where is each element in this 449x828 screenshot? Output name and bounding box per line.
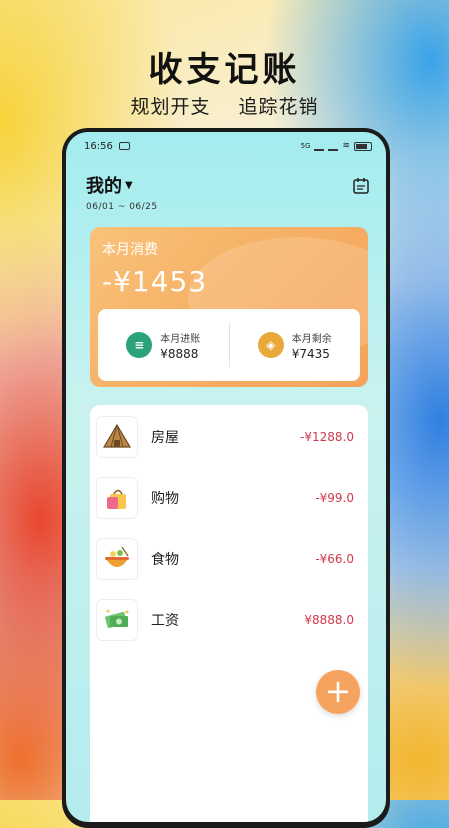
battery-icon [354, 141, 372, 151]
item-amount: ¥8888.0 [304, 613, 354, 627]
transaction-list: 房屋 -¥1288.0 购物 -¥99.0 食物 -¥66.0 工资 ¥8888… [90, 405, 368, 822]
list-item[interactable]: 工资 ¥8888.0 [90, 590, 368, 650]
promo-sub-right: 追踪花销 [238, 96, 319, 118]
account-selector[interactable]: 我的 ▼ [86, 172, 133, 198]
income-coin-icon: ≡ [126, 332, 153, 358]
signal-icon [314, 142, 325, 151]
wifi-icon: ≋ [342, 141, 350, 151]
promo-headline: 收支记账 [148, 50, 301, 90]
summary-stats: ≡ 本月进账 ¥8888 ◈ 本月剩余 ¥7435 [98, 309, 360, 381]
remaining-value: ¥7435 [291, 346, 330, 361]
item-amount: -¥1288.0 [300, 430, 354, 444]
page-title: 我的 [86, 176, 122, 197]
item-name: 购物 [151, 491, 179, 507]
income-value: ¥8888 [160, 346, 199, 361]
list-item[interactable]: 购物 -¥99.0 [90, 468, 368, 528]
house-icon [96, 416, 138, 458]
income-stat: ≡ 本月进账 ¥8888 [98, 330, 229, 361]
item-name: 工资 [151, 613, 179, 629]
add-record-button[interactable]: + [316, 670, 360, 714]
item-amount: -¥99.0 [315, 491, 354, 505]
promo-sub-left: 规划开支 [130, 96, 211, 118]
signal-icon-2 [328, 142, 339, 151]
notification-icon [118, 142, 130, 150]
shopping-bag-icon [96, 477, 138, 519]
status-bar: 16:56 5G ≋ [66, 132, 386, 160]
app-screen: 16:56 5G ≋ 我的 ▼ 06/01 ~ 06/25 本月消费 -¥145… [66, 132, 386, 822]
summary-label: 本月消费 [102, 242, 158, 258]
phone-frame: 16:56 5G ≋ 我的 ▼ 06/01 ~ 06/25 本月消费 -¥145… [62, 128, 390, 828]
remaining-wallet-icon: ◈ [257, 332, 284, 358]
remaining-stat: ◈ 本月剩余 ¥7435 [230, 330, 361, 361]
chevron-down-icon: ▼ [125, 179, 133, 191]
list-item[interactable]: 食物 -¥66.0 [90, 529, 368, 589]
item-name: 房屋 [151, 430, 179, 446]
remaining-label: 本月剩余 [291, 333, 332, 345]
money-icon [96, 599, 138, 641]
status-time: 16:56 [84, 140, 113, 152]
promo-subline: 规划开支 追踪花销 [0, 92, 449, 119]
income-label: 本月进账 [160, 333, 201, 345]
item-name: 食物 [151, 552, 179, 568]
monthly-summary-card: 本月消费 -¥1453 ≡ 本月进账 ¥8888 ◈ 本月剩余 ¥7435 [90, 227, 368, 387]
list-item[interactable]: 房屋 -¥1288.0 [90, 407, 368, 467]
calendar-icon[interactable] [352, 177, 370, 195]
item-amount: -¥66.0 [315, 552, 354, 566]
food-bowl-icon [96, 538, 138, 580]
date-range[interactable]: 06/01 ~ 06/25 [86, 202, 158, 212]
network-label: 5G [300, 142, 311, 150]
summary-amount: -¥1453 [102, 265, 208, 298]
